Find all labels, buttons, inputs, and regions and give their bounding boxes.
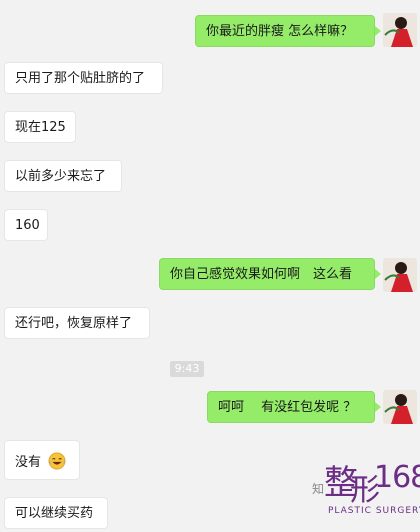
message-text: 以前多少来忘了: [15, 169, 107, 184]
watermark-logo: 知 整 形 168 PLASTIC SURGERY: [312, 450, 420, 520]
message-text: 可以继续买药: [15, 506, 94, 521]
bubble-tail: [375, 26, 381, 36]
brand-subtitle: PLASTIC SURGERY: [328, 506, 420, 516]
message-text: 你自己感觉效果如何啊 这么看: [170, 267, 353, 282]
message-text: 现在125: [15, 120, 66, 135]
message-bubble-outgoing[interactable]: 你最近的胖瘦 怎么样嘛？: [195, 15, 375, 47]
message-text: 呵呵 有没红包发呢 ？: [218, 400, 357, 415]
message-text: 还行吧，恢复原样了: [15, 316, 133, 331]
avatar-image-icon: [383, 258, 417, 292]
bubble-tail: [375, 269, 381, 279]
timestamp: 9:43: [170, 361, 204, 377]
message-bubble-incoming[interactable]: 只用了那个贴肚脐的了: [4, 62, 163, 94]
avatar[interactable]: [383, 390, 417, 424]
avatar-image-icon: [383, 390, 417, 424]
laughing-tears-emoji-icon: [48, 452, 66, 470]
message-bubble-incoming[interactable]: 可以继续买药: [4, 497, 108, 529]
message-bubble-incoming[interactable]: 没有: [4, 440, 80, 480]
watermark-prefix: 知: [312, 482, 325, 496]
message-bubble-incoming[interactable]: 160: [4, 209, 48, 241]
message-text: 你最近的胖瘦 怎么样嘛？: [206, 24, 354, 39]
brand-number: 168: [374, 460, 420, 495]
message-bubble-incoming[interactable]: 还行吧，恢复原样了: [4, 307, 150, 339]
message-bubble-outgoing[interactable]: 你自己感觉效果如何啊 这么看: [159, 258, 375, 290]
avatar[interactable]: [383, 258, 417, 292]
avatar[interactable]: [383, 13, 417, 47]
message-bubble-incoming[interactable]: 以前多少来忘了: [4, 160, 122, 192]
message-text: 160: [15, 218, 40, 233]
message-text: 只用了那个贴肚脐的了: [15, 71, 146, 86]
message-text: 没有: [15, 455, 42, 470]
bubble-tail: [375, 402, 381, 412]
message-bubble-outgoing[interactable]: 呵呵 有没红包发呢 ？: [207, 391, 375, 423]
avatar-image-icon: [383, 13, 417, 47]
message-bubble-incoming[interactable]: 现在125: [4, 111, 76, 143]
